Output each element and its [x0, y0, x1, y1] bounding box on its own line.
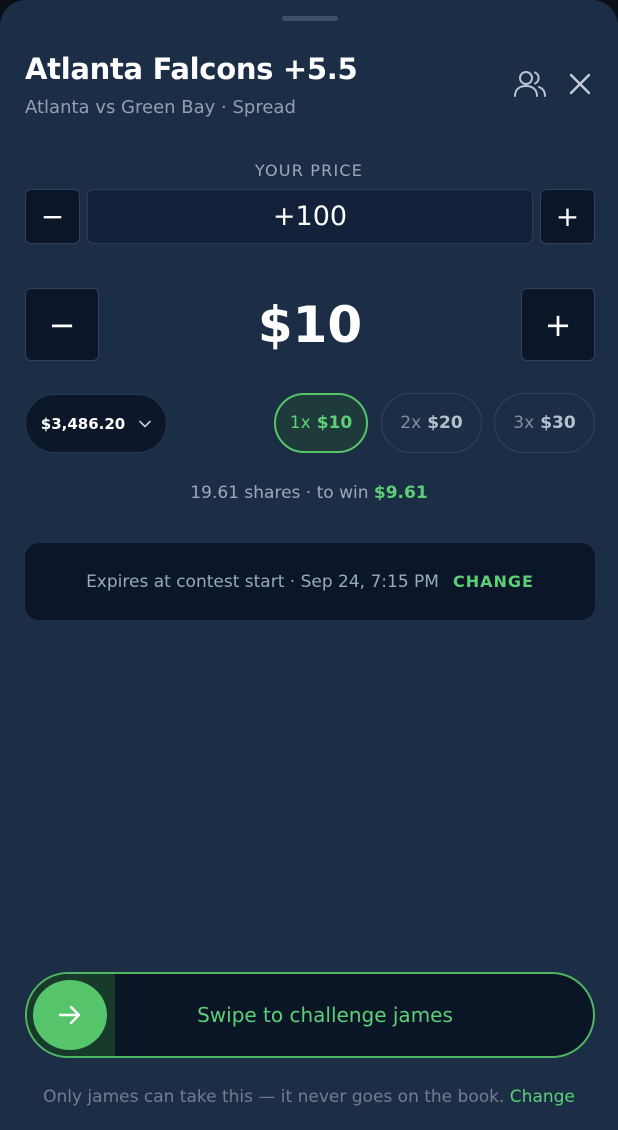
people-icon[interactable]: [512, 68, 548, 100]
multiplier-3x-button[interactable]: 3x $30: [494, 393, 595, 453]
multiplier-1x-button[interactable]: 1x $10: [274, 393, 368, 453]
privacy-note: Only james can take this — it never goes…: [0, 1087, 618, 1107]
multiplier-factor: 1x: [289, 413, 311, 433]
multiplier-2x-button[interactable]: 2x $20: [381, 393, 482, 453]
multiplier-factor: 3x: [513, 413, 535, 433]
drag-handle[interactable]: [282, 16, 338, 21]
expiry-change-button[interactable]: CHANGE: [453, 572, 534, 591]
wager-amount: $10: [257, 296, 363, 354]
price-decrease-button[interactable]: −: [25, 189, 80, 244]
balance-value: $3,486.20: [40, 414, 126, 433]
multiplier-amount: $20: [427, 413, 463, 433]
shares-count: 19.61 shares: [190, 483, 301, 503]
swipe-handle[interactable]: [33, 980, 107, 1050]
amount-increase-button[interactable]: +: [521, 288, 595, 361]
multiplier-amount: $30: [540, 413, 576, 433]
bet-title: Atlanta Falcons +5.5: [25, 52, 358, 86]
price-increase-button[interactable]: +: [540, 189, 595, 244]
price-input[interactable]: +100: [87, 189, 533, 244]
balance-dropdown[interactable]: $3,486.20: [25, 394, 167, 453]
privacy-note-text: Only james can take this — it never goes…: [43, 1087, 505, 1107]
expiry-text: Expires at contest start · Sep 24, 7:15 …: [86, 571, 439, 592]
to-win-value: $9.61: [373, 483, 428, 503]
expiry-panel: Expires at contest start · Sep 24, 7:15 …: [25, 543, 595, 620]
to-win-label: to win: [316, 483, 369, 503]
summary-separator: ·: [305, 483, 312, 503]
multiplier-amount: $10: [316, 413, 353, 433]
bet-sheet: Atlanta Falcons +5.5 Atlanta vs Green Ba…: [0, 0, 618, 1130]
swipe-label: Swipe to challenge james: [197, 1003, 453, 1027]
close-icon[interactable]: [566, 70, 594, 98]
swipe-to-challenge-slider[interactable]: Swipe to challenge james: [25, 972, 595, 1058]
bet-subtitle: Atlanta vs Green Bay · Spread: [25, 97, 296, 118]
payout-summary: 19.61 shares · to win $9.61: [0, 483, 618, 503]
multiplier-factor: 2x: [400, 413, 422, 433]
arrow-right-icon: [58, 1005, 81, 1025]
amount-decrease-button[interactable]: −: [25, 288, 99, 361]
chevron-down-icon: [139, 420, 152, 427]
privacy-change-link[interactable]: Change: [510, 1087, 575, 1107]
price-label: YOUR PRICE: [254, 161, 364, 180]
